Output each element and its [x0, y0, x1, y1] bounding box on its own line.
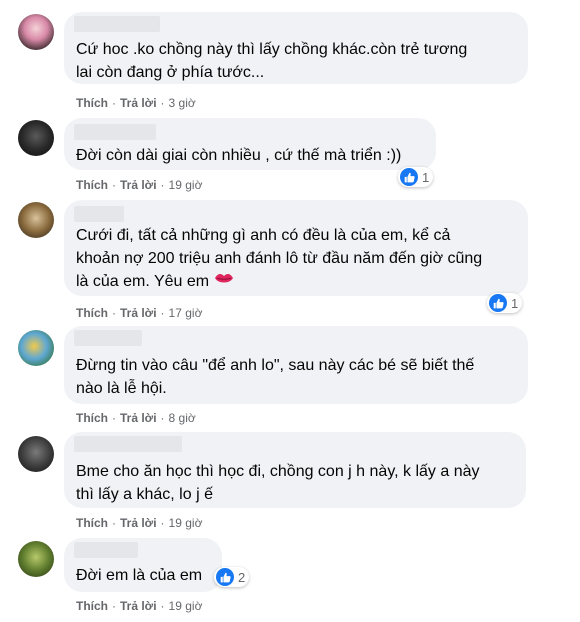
reaction-count: 1 — [511, 295, 519, 311]
author-name-redacted[interactable] — [74, 542, 138, 558]
avatar[interactable] — [18, 120, 54, 156]
comment-line: khoản nợ 200 triệu anh đánh lô từ đầu nă… — [76, 250, 483, 267]
comment-line: Đừng tin vào câu "để anh lo", sau này cá… — [76, 357, 475, 374]
comment-line: thì lấy a khác, lo j ế — [76, 486, 213, 503]
comment-line: Đời còn dài giai còn nhiều , cứ thế mà t… — [76, 147, 402, 164]
author-name-redacted[interactable] — [74, 436, 182, 452]
comment-line: lai còn đang ở phía tước... — [76, 64, 265, 81]
timestamp[interactable]: 17 giờ — [169, 306, 203, 320]
comment-actions: Thích · Trả lời · 3 giờ — [76, 96, 196, 110]
reaction-badge[interactable]: 1 — [398, 167, 434, 187]
like-button[interactable]: Thích — [76, 96, 108, 110]
reply-button[interactable]: Trả lời — [120, 178, 157, 192]
timestamp[interactable]: 19 giờ — [169, 178, 203, 192]
like-icon — [489, 294, 507, 312]
reply-button[interactable]: Trả lời — [120, 306, 157, 320]
comment-line: Đời em là của em — [76, 567, 203, 584]
comment-line: Bme cho ăn học thì học đi, chồng con j h… — [76, 463, 480, 480]
like-button[interactable]: Thích — [76, 599, 108, 613]
comment-bubble: Bme cho ăn học thì học đi, chồng con j h… — [64, 432, 526, 508]
reply-button[interactable]: Trả lời — [120, 599, 157, 613]
like-icon — [216, 568, 234, 586]
avatar[interactable] — [18, 436, 54, 472]
reaction-count: 2 — [238, 569, 246, 585]
timestamp[interactable]: 19 giờ — [169, 516, 203, 530]
reaction-count: 1 — [422, 169, 430, 185]
comment-actions: Thích · Trả lời · 8 giờ — [76, 411, 196, 425]
author-name-redacted[interactable] — [74, 206, 124, 222]
comment-actions: Thích · Trả lời · 19 giờ — [76, 599, 203, 613]
comment-line: Cứ hoc .ko chồng này thì lấy chồng khác.… — [76, 41, 468, 58]
author-name-redacted[interactable] — [74, 330, 142, 346]
avatar[interactable] — [18, 14, 54, 50]
author-name-redacted[interactable] — [74, 124, 156, 140]
comment-line: nào là lễ hội. — [76, 380, 167, 397]
avatar[interactable] — [18, 202, 54, 238]
comment-bubble: Đừng tin vào câu "để anh lo", sau này cá… — [64, 326, 528, 404]
comment-line: là của em. Yêu em — [76, 270, 234, 293]
comment-bubble: Cứ hoc .ko chồng này thì lấy chồng khác.… — [64, 12, 528, 84]
comment-actions: Thích · Trả lời · 17 giờ — [76, 306, 203, 320]
timestamp[interactable]: 19 giờ — [169, 599, 203, 613]
like-button[interactable]: Thích — [76, 178, 108, 192]
comment-bubble: Đời còn dài giai còn nhiều , cứ thế mà t… — [64, 118, 436, 170]
like-button[interactable]: Thích — [76, 306, 108, 320]
avatar[interactable] — [18, 330, 54, 366]
like-icon — [400, 168, 418, 186]
reaction-badge[interactable]: 1 — [487, 293, 523, 313]
comment-bubble: Đời em là của em — [64, 538, 222, 592]
kiss-lips-icon — [214, 270, 234, 293]
timestamp[interactable]: 8 giờ — [169, 411, 196, 425]
reply-button[interactable]: Trả lời — [120, 516, 157, 530]
comment-bubble: Cưới đi, tất cả những gì anh có đều là c… — [64, 200, 528, 296]
like-button[interactable]: Thích — [76, 411, 108, 425]
reply-button[interactable]: Trả lời — [120, 411, 157, 425]
comment-text: là của em. Yêu em — [76, 273, 210, 290]
reaction-badge[interactable]: 2 — [214, 567, 250, 587]
comment-actions: Thích · Trả lời · 19 giờ — [76, 516, 203, 530]
comment-line: Cưới đi, tất cả những gì anh có đều là c… — [76, 227, 451, 244]
timestamp[interactable]: 3 giờ — [169, 96, 196, 110]
comment-actions: Thích · Trả lời · 19 giờ — [76, 178, 203, 192]
reply-button[interactable]: Trả lời — [120, 96, 157, 110]
like-button[interactable]: Thích — [76, 516, 108, 530]
avatar[interactable] — [18, 541, 54, 577]
author-name-redacted[interactable] — [74, 16, 160, 32]
